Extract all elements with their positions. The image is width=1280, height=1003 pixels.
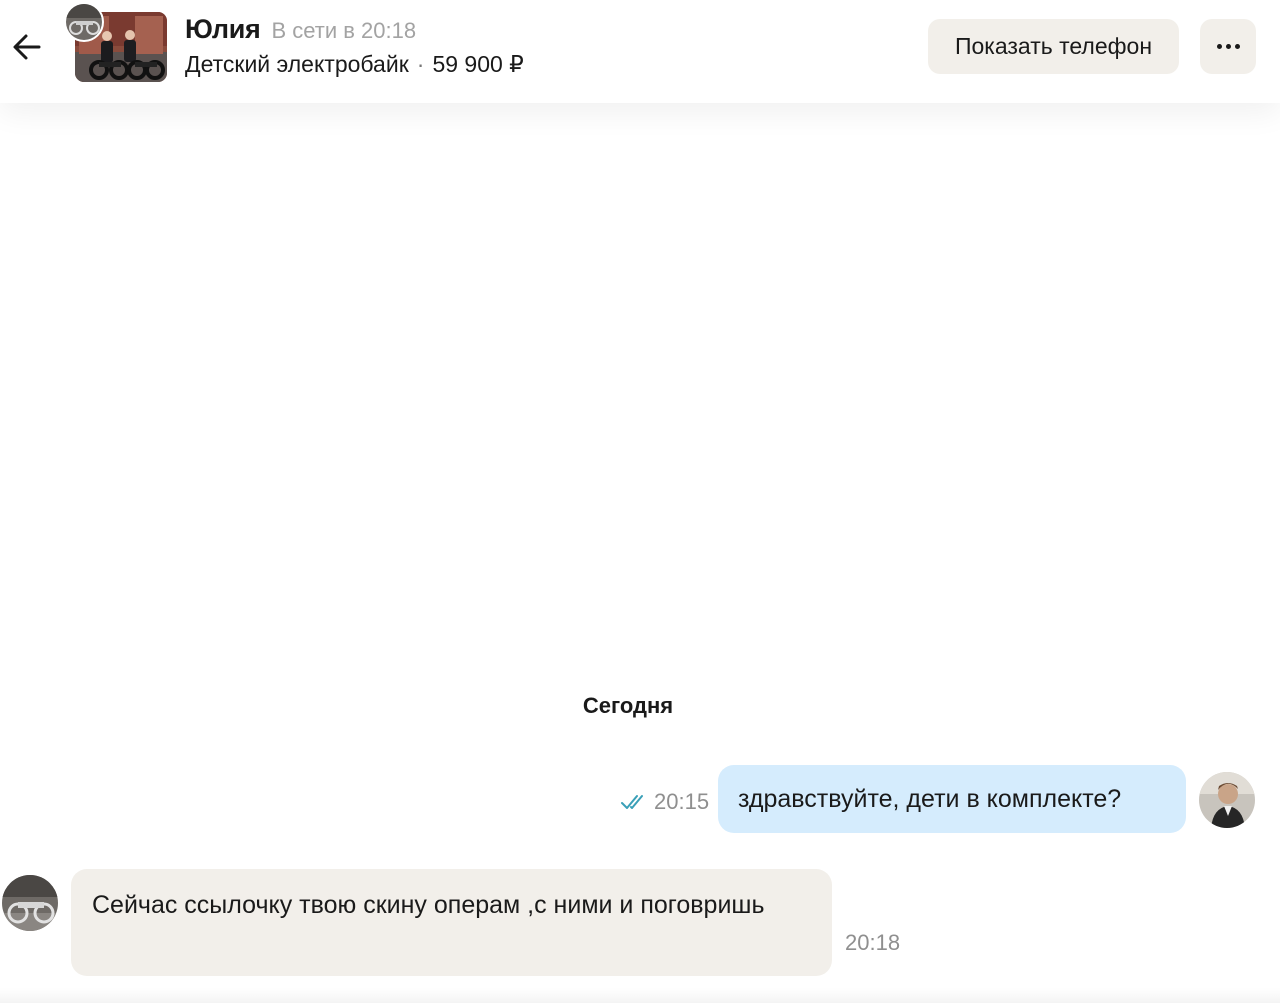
more-horizontal-icon xyxy=(1216,44,1240,49)
item-info[interactable]: Детский электробайк · 59 900 ₽ xyxy=(185,51,524,78)
back-button[interactable] xyxy=(8,28,46,66)
item-price: 59 900 ₽ xyxy=(432,51,524,77)
seller-info: Юлия В сети в 20:18 xyxy=(185,14,416,45)
message-time: 20:18 xyxy=(845,930,901,955)
double-check-icon xyxy=(621,795,643,809)
chat-page: Юлия В сети в 20:18 Детский электробайк ·… xyxy=(0,0,1280,1003)
chat-header: Юлия В сети в 20:18 Детский электробайк ·… xyxy=(0,0,1280,103)
incoming-message-bubble[interactable]: Сейчас ссылочку твою скину операм ,с ним… xyxy=(71,869,832,976)
seller-message-avatar-image xyxy=(2,875,58,931)
seller-avatar[interactable] xyxy=(64,2,104,42)
show-phone-button[interactable]: Показать телефон xyxy=(928,19,1179,74)
item-title: Детский электробайк xyxy=(185,51,409,77)
arrow-left-icon xyxy=(13,34,41,60)
online-status: В сети в 20:18 xyxy=(271,18,417,43)
seller-message-avatar[interactable] xyxy=(2,875,58,931)
date-separator: Сегодня xyxy=(582,693,674,718)
outgoing-message-bubble[interactable]: здравствуйте, дети в комплекте? xyxy=(718,765,1186,833)
bottom-divider xyxy=(0,988,1280,1003)
separator: · xyxy=(416,51,425,77)
seller-avatar-image xyxy=(66,4,102,40)
seller-name[interactable]: Юлия xyxy=(185,14,261,45)
message-time: 20:15 xyxy=(654,789,710,814)
outgoing-message-meta: 20:15 xyxy=(620,788,709,816)
my-avatar-image xyxy=(1199,772,1255,828)
my-avatar[interactable] xyxy=(1199,772,1255,828)
more-options-button[interactable] xyxy=(1200,19,1256,74)
